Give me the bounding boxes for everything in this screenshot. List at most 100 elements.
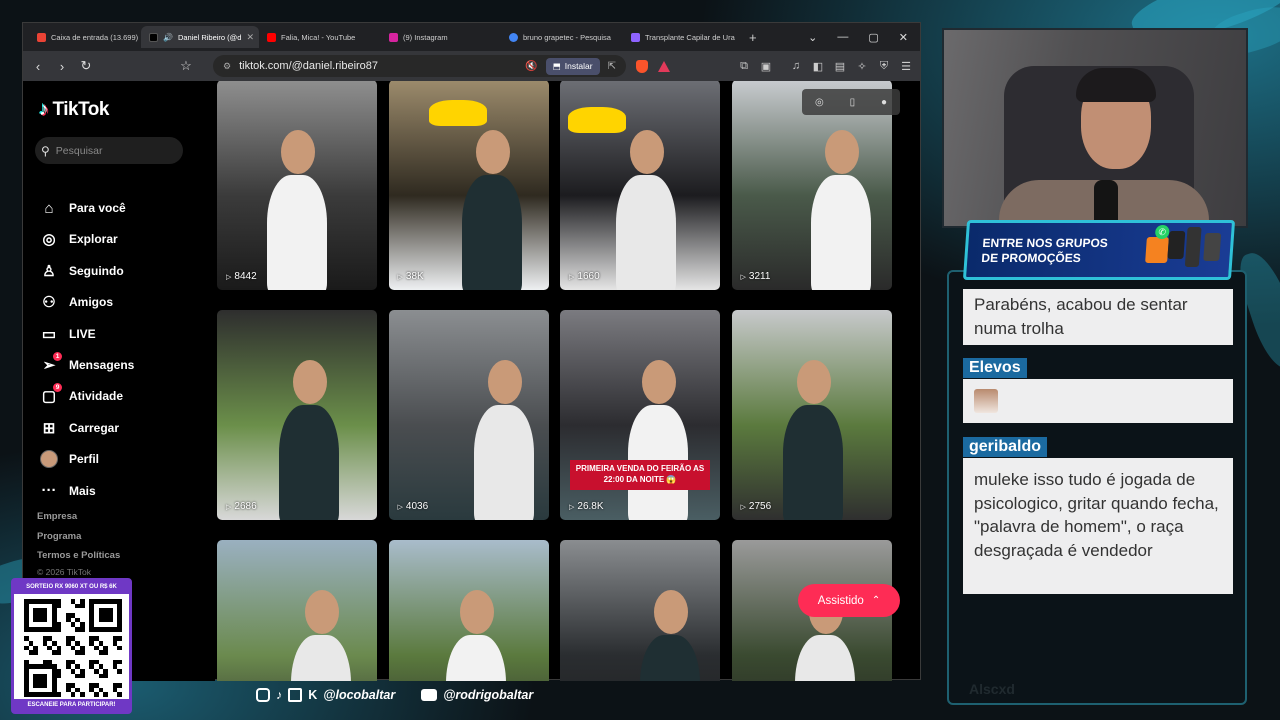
video-thumbnail[interactable] (388, 540, 549, 681)
view-count: ▷ 3211 (741, 271, 771, 282)
screenshot-icon[interactable]: ▣ (760, 60, 772, 73)
play-icon: ▷ (226, 503, 232, 511)
tab-youtube[interactable]: Falia, Mica! - YouTube (259, 26, 381, 48)
footer-link[interactable]: Programa (37, 531, 81, 542)
tiktok-wordmark: TikTok (52, 99, 110, 120)
profile-avatar (39, 449, 59, 469)
nav-label: Explorar (69, 232, 118, 247)
person-figure (794, 635, 855, 681)
close-tab-icon[interactable]: ✕ (246, 32, 254, 43)
assistido-button[interactable]: Assistido ⌃ (798, 584, 900, 617)
forward-icon[interactable]: › (55, 59, 69, 74)
tab-google[interactable]: bruno grapetec - Pesquisa (501, 26, 623, 48)
tiktok-icon: ♪ (276, 688, 283, 702)
play-icon: ▷ (226, 273, 232, 281)
view-count-text: 26.8K (577, 501, 604, 512)
url-field[interactable]: ⚙ tiktok.com/@daniel.ribeiro87 🔇 ⬒ Instal… (213, 55, 626, 77)
gmail-icon (37, 32, 46, 42)
video-thumbnail[interactable]: ▷ 2686 (217, 310, 377, 520)
view-count-text: 3211 (748, 271, 771, 282)
avatar[interactable]: ● (881, 97, 887, 108)
video-thumbnail[interactable] (560, 540, 720, 681)
minimize-icon[interactable]: — (837, 31, 848, 44)
twitch-icon (288, 688, 303, 702)
nav-item[interactable]: ◎ Explorar (39, 229, 118, 249)
wallet-icon[interactable]: ▤ (834, 60, 846, 73)
bookmark-icon[interactable]: ☆ (179, 58, 193, 74)
nav-item[interactable]: ▢ 9 Atividade (39, 383, 124, 406)
instagram-icon (256, 688, 270, 702)
video-thumbnail[interactable]: PRIMEIRA VENDA DO FEIRÃO AS 22:00 DA NOI… (560, 310, 720, 520)
video-overlay-controls: ◎ ▯ ● (802, 89, 900, 115)
tab-tiktok[interactable]: 🔊 Daniel Ribeiro (@d ✕ (141, 26, 259, 48)
view-count: ▷ 38K (398, 271, 424, 282)
nav-item[interactable]: ⌂ Para você (39, 198, 125, 218)
vpn-icon[interactable]: ⛨ (878, 60, 890, 73)
search-input[interactable]: ⚲ Pesquisar (35, 137, 183, 164)
phone-icon[interactable]: ▯ (850, 97, 856, 108)
view-count: ▷ 26.8K (569, 501, 604, 512)
view-count-text: 4036 (405, 501, 429, 512)
play-icon: ▷ (397, 503, 403, 511)
extensions-icon[interactable]: ⧉ (738, 60, 750, 73)
person-head (475, 130, 510, 174)
mute-icon[interactable]: 🔇 (525, 61, 537, 72)
social-handles: ♪ K @locobaltar @rodrigobaltar (256, 688, 533, 702)
product-box (1145, 237, 1169, 263)
nav-label: LIVE (69, 326, 96, 341)
install-button[interactable]: ⬒ Instalar (545, 57, 600, 75)
view-count: ▷ 4036 (398, 501, 429, 512)
nav-item[interactable]: ▭ LIVE (39, 324, 96, 344)
person-figure (810, 175, 871, 290)
nav-label: Mensagens (69, 358, 135, 372)
reload-icon[interactable]: ↻ (79, 58, 93, 74)
nav-label: Atividade (69, 389, 124, 404)
footer-link[interactable]: Termos e Políticas (37, 550, 120, 561)
video-thumbnail[interactable]: ▷ 4036 (388, 310, 549, 520)
video-thumbnail[interactable] (217, 540, 377, 681)
video-thumbnail[interactable]: ▷ 8442 (217, 81, 377, 290)
nav-item[interactable]: ♙ Seguindo (39, 261, 123, 281)
tab-search-icon[interactable]: ⌄ (808, 31, 817, 44)
tab-label: (9) Instagram (403, 32, 448, 42)
view-count-text: 2756 (748, 501, 772, 512)
address-bar: ‹ › ↻ ☆ ⚙ tiktok.com/@daniel.ribeiro87 🔇… (23, 51, 920, 81)
video-thumbnail[interactable]: ▷ 2756 (731, 310, 892, 520)
leo-ai-icon[interactable]: ✧ (856, 60, 868, 73)
nav-item[interactable]: ⊞ Carregar (39, 418, 119, 438)
sidebar-icon[interactable]: ◧ (812, 60, 824, 73)
notification-badge: 1 (53, 352, 62, 361)
tab-gemini[interactable]: Transplante Capilar de Ura (623, 26, 741, 48)
nav-item[interactable]: ··· Mais (39, 481, 96, 501)
back-icon[interactable]: ‹ (31, 59, 45, 74)
compass-icon: ◎ (42, 231, 56, 249)
tab-instagram[interactable]: (9) Instagram (381, 26, 501, 48)
person-head (487, 360, 522, 404)
footer-link[interactable]: Empresa (37, 511, 77, 522)
video-thumbnail[interactable]: ▷ 1660 (560, 81, 720, 290)
promo-text: ENTRE NOS GRUPOS DE PROMOÇÕES (981, 236, 1108, 266)
nav-item[interactable]: ⚇ Amigos (39, 292, 113, 312)
friends-icon: ⚇ (42, 294, 56, 312)
view-count: ▷ 1660 (569, 271, 600, 282)
nav-item[interactable]: ➢ 1 Mensagens (39, 352, 135, 375)
nav-item[interactable]: Perfil (39, 449, 99, 469)
compass-icon[interactable]: ◎ (815, 97, 824, 108)
close-window-icon[interactable]: ✕ (899, 31, 908, 44)
brave-shields-icon[interactable] (636, 59, 648, 73)
share-icon[interactable]: ⇱ (608, 61, 616, 72)
maximize-icon[interactable]: ▢ (868, 31, 878, 44)
tab-gmail[interactable]: Caixa de entrada (13.699) (29, 26, 141, 48)
new-tab-icon[interactable]: + (749, 30, 757, 45)
media-icon[interactable]: ♫ (790, 60, 802, 72)
brave-rewards-icon[interactable] (658, 60, 670, 72)
site-settings-icon[interactable]: ⚙ (223, 61, 231, 72)
person-head (630, 130, 664, 174)
view-count: ▷ 2756 (741, 501, 772, 512)
video-thumbnail[interactable]: ▷ 38K (388, 81, 549, 290)
person-figure (473, 405, 534, 520)
tiktok-logo[interactable]: ♪ TikTok (39, 99, 109, 121)
kick-icon: K (308, 688, 318, 702)
chat-message: Parabéns, acabou de sentar numa trolha (963, 289, 1233, 345)
menu-icon[interactable]: ☰ (900, 60, 912, 73)
